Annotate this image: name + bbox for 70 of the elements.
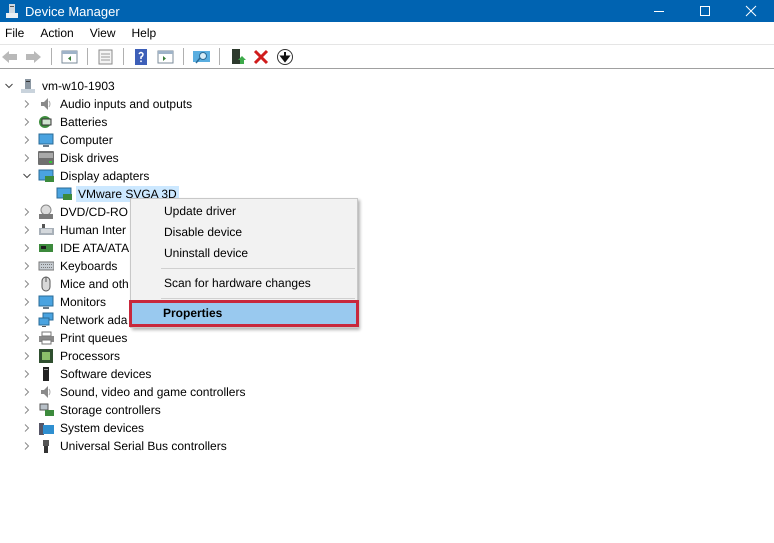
tree-item[interactable]: Monitors [58,294,108,310]
tree-item[interactable]: Display adapters [58,168,152,184]
menu-item[interactable]: Properties [132,303,356,324]
tree-item[interactable]: Universal Serial Bus controllers [58,438,229,454]
folder-device-icon [38,420,54,436]
tree-item[interactable]: Network ada [58,312,130,328]
tree-item[interactable]: IDE ATA/ATA [58,240,132,256]
computer-icon [5,3,19,19]
chevron-right-icon[interactable] [22,387,32,397]
menu-item[interactable]: Update driver [133,201,355,222]
menu-item[interactable]: Action [35,26,81,40]
chevron-right-icon[interactable] [22,279,32,289]
chevron-right-icon[interactable] [22,243,32,253]
window-title: Device Manager [25,4,121,18]
printer-icon [38,330,54,346]
tree-item[interactable]: Batteries [58,114,110,130]
chevron-right-icon[interactable] [22,423,32,433]
network-icon [38,312,54,328]
processor-icon [38,348,54,364]
chevron-right-icon[interactable] [22,315,32,325]
chevron-right-icon[interactable] [22,261,32,271]
menu-item[interactable]: Disable device [133,222,355,243]
property-sheet-icon[interactable] [96,48,115,66]
storage-controller-icon [38,402,54,418]
chevron-right-icon[interactable] [22,405,32,415]
display-card-icon [56,186,72,202]
tree-item[interactable]: Processors [58,348,122,364]
tree-item[interactable]: Computer [58,132,115,148]
chevron-down-icon[interactable] [22,171,32,181]
chevron-right-icon[interactable] [22,153,32,163]
tree-item[interactable]: Software devices [58,366,154,382]
chevron-right-icon[interactable] [22,369,32,379]
chevron-right-icon[interactable] [22,333,32,343]
tree-item[interactable]: Audio inputs and outputs [58,96,194,112]
menu-item[interactable]: Uninstall device [133,243,355,264]
chevron-right-icon[interactable] [22,135,32,145]
chevron-right-icon[interactable] [22,225,32,235]
tree-item[interactable]: DVD/CD-RO [58,204,130,220]
keyboard-device-icon [38,222,54,238]
display-card-icon [38,168,54,184]
chevron-right-icon[interactable] [22,297,32,307]
tree-item[interactable]: Human Inter [58,222,128,238]
chevron-right-icon[interactable] [22,351,32,361]
tree-item[interactable]: Sound, video and game controllers [58,384,248,400]
disk-drive-icon [38,150,54,166]
monitor-icon [38,294,54,310]
view-icon[interactable] [156,48,175,66]
battery-icon [38,114,54,130]
chevron-right-icon[interactable] [22,99,32,109]
tree-item[interactable]: Keyboards [58,258,120,274]
chevron-down-icon[interactable] [4,81,14,91]
disc-drive-icon [38,204,54,220]
monitor-icon [38,132,54,148]
menu-item[interactable]: Scan for hardware changes [133,273,355,294]
tree-item[interactable]: System devices [58,420,146,436]
tree-item[interactable]: Mice and oth [58,276,131,292]
tree-item[interactable]: vm-w10-1903 [40,78,117,94]
tree-item[interactable]: Print queues [58,330,130,346]
tree-item[interactable]: Storage controllers [58,402,163,418]
menu-item[interactable]: Help [126,26,164,40]
computer-tower-icon [20,78,36,94]
pane-icon[interactable] [60,48,79,66]
download-icon[interactable] [276,48,295,66]
uninstall-icon[interactable] [252,48,271,66]
menu-item[interactable]: View [84,26,122,40]
chevron-right-icon[interactable] [22,117,32,127]
tree-item[interactable]: Disk drives [58,150,121,166]
menu-item[interactable]: File [0,26,32,40]
chevron-right-icon[interactable] [22,207,32,217]
chevron-right-icon[interactable] [22,441,32,451]
